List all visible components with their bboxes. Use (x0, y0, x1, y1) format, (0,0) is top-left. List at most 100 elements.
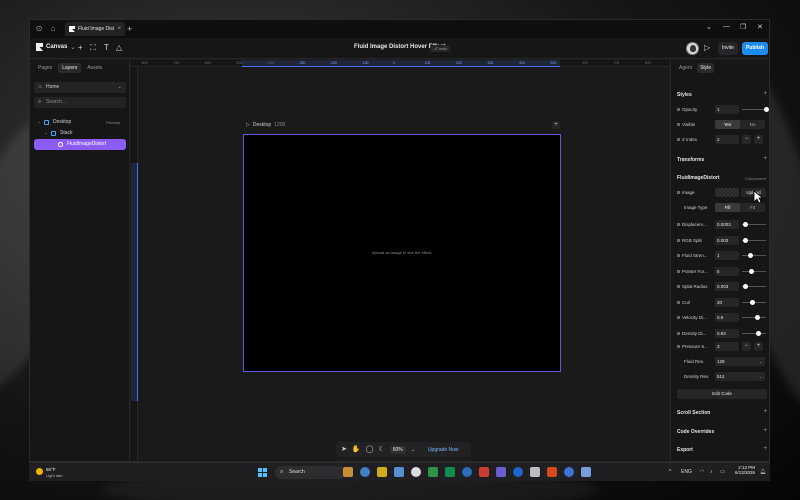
zindex-increment[interactable]: + (754, 135, 763, 144)
taskbar-app-icon[interactable] (428, 467, 438, 477)
text-tool-icon[interactable]: T (104, 43, 109, 53)
prop-value-input[interactable]: 0.003 (715, 235, 739, 245)
page-select[interactable]: ⌂ Home ⌄ (34, 82, 126, 93)
slider-knob[interactable] (743, 237, 749, 243)
visible-no-option[interactable]: No (740, 120, 765, 129)
desktop-frame[interactable]: Upload an image to see the effect. (243, 134, 561, 372)
wifi-icon[interactable]: ◠ (700, 469, 704, 475)
prop-value-input[interactable]: 0.003 (715, 282, 739, 291)
prop-value-input[interactable]: 0.9 (715, 313, 739, 322)
add-code-override-icon[interactable]: + (763, 428, 767, 434)
upgrade-now-link[interactable]: Upgrade Now (428, 447, 459, 453)
prop-slider[interactable] (742, 268, 766, 274)
taskbar-app-icon[interactable] (394, 467, 404, 477)
preview-play-icon[interactable]: ▷ (704, 43, 710, 52)
canvas[interactable]: -800 -700 -600 -500 -400 -300 -200 -100 0 100 200 3… (131, 60, 669, 461)
slider-knob[interactable] (749, 268, 755, 274)
slider-knob[interactable] (743, 222, 749, 227)
taskbar-app-icon[interactable] (496, 467, 506, 477)
slider-knob[interactable] (747, 253, 753, 258)
slider-knob[interactable] (743, 284, 749, 289)
taskbar-app-icon[interactable] (343, 467, 353, 477)
tab-list-chevron-icon[interactable]: ⌄ (706, 23, 712, 31)
add-export-icon[interactable]: + (763, 446, 767, 452)
image-type-toggle[interactable]: Fill Fit (715, 203, 765, 212)
tab-layers[interactable]: Layers (58, 63, 82, 73)
select-tool-icon[interactable]: ➤ (341, 445, 347, 455)
pressure-increment[interactable]: + (754, 342, 763, 351)
invite-button[interactable]: Invite (718, 42, 738, 55)
opacity-slider[interactable] (742, 107, 769, 112)
slider-knob[interactable] (750, 299, 756, 305)
taskbar-app-icon[interactable] (581, 467, 591, 477)
taskbar-app-icon[interactable] (445, 467, 455, 477)
taskbar-clock[interactable]: 2:13 PM 6/13/2026 (735, 465, 755, 475)
zindex-input[interactable]: 2 (715, 135, 739, 144)
tab-pages[interactable]: Pages (34, 63, 56, 73)
taskbar-app-icon[interactable] (513, 467, 523, 477)
taskbar-app-icon[interactable] (479, 467, 489, 477)
layer-item-desktop[interactable]: ⌄ Desktop Primary (34, 117, 126, 128)
avatar[interactable] (686, 42, 699, 55)
pressure-input[interactable]: 3 (715, 342, 739, 351)
prop-value-input[interactable]: 5 (715, 266, 739, 276)
frame-tool-icon[interactable]: ⛶ (90, 43, 96, 53)
visible-toggle[interactable]: Yes No (715, 120, 765, 129)
prop-slider[interactable] (742, 222, 766, 227)
restore-icon[interactable]: ❐ (740, 23, 746, 31)
add-style-icon[interactable]: + (763, 91, 767, 97)
taskbar-app-icon[interactable] (360, 467, 370, 477)
tab-assets[interactable]: Assets (83, 63, 106, 73)
zoom-level[interactable]: 60% (389, 445, 406, 454)
image-preview-thumbnail[interactable] (715, 188, 739, 197)
publish-button[interactable]: Publish (742, 42, 768, 55)
taskbar-app-icon[interactable] (564, 467, 574, 477)
layers-search-input[interactable]: ⌕ Search... (34, 97, 126, 108)
image-type-fit-option[interactable]: Fit (740, 203, 765, 212)
close-window-icon[interactable]: ✕ (757, 23, 763, 31)
add-breakpoint-button[interactable]: + (552, 121, 560, 129)
frame-label[interactable]: ▷ Desktop 1200 (246, 122, 285, 128)
comment-icon[interactable]: ◯ (366, 445, 374, 455)
add-transform-icon[interactable]: + (763, 156, 767, 162)
minimize-icon[interactable]: — (723, 23, 730, 30)
tab-style[interactable]: Style (697, 63, 715, 73)
language-indicator[interactable]: ENG (681, 469, 692, 475)
slider-knob[interactable] (756, 330, 762, 336)
prop-value-input[interactable]: 20 (715, 297, 739, 307)
taskbar-app-icon[interactable] (377, 467, 387, 477)
browser-menu-icon[interactable]: ⊙ (34, 24, 44, 34)
dark-mode-icon[interactable]: ☾ (378, 445, 384, 455)
prop-value-input[interactable]: 0.93 (715, 328, 739, 338)
prop-slider[interactable] (742, 330, 766, 336)
prop-slider[interactable] (742, 253, 766, 258)
notification-bell-icon[interactable]: 🔔︎ (760, 469, 766, 475)
taskbar-app-icon[interactable] (411, 467, 421, 477)
canvas-menu-button[interactable]: Canvas ⌄ (36, 43, 75, 51)
taskbar-app-icon[interactable] (530, 467, 540, 477)
zindex-decrement[interactable]: − (742, 135, 751, 144)
shape-tool-icon[interactable]: △ (116, 43, 122, 53)
prop-slider[interactable] (742, 315, 766, 320)
slider-knob[interactable] (763, 107, 769, 112)
new-tab-icon[interactable]: + (127, 24, 132, 34)
prop-slider[interactable] (742, 237, 766, 243)
tab-agent[interactable]: Agent (676, 63, 695, 73)
taskbar-app-icon[interactable] (462, 467, 472, 477)
start-button[interactable] (258, 468, 267, 477)
hand-tool-icon[interactable]: ✋ (352, 445, 361, 455)
prop-value-input[interactable]: 0.0003 (715, 220, 739, 229)
add-scroll-section-icon[interactable]: + (763, 409, 767, 415)
home-icon[interactable]: ⌂ (48, 24, 58, 34)
tray-overflow-icon[interactable]: ^ (669, 469, 671, 475)
volume-icon[interactable]: ♪ (710, 469, 713, 475)
chevron-down-icon[interactable]: ⌄ (411, 445, 415, 455)
edit-code-button[interactable]: Edit Code (677, 389, 767, 399)
battery-icon[interactable]: ▭ (720, 469, 725, 475)
browser-tab[interactable]: Fluid Image Distor... × (65, 22, 125, 36)
slider-knob[interactable] (755, 315, 761, 320)
insert-icon[interactable]: + (78, 43, 83, 53)
prop-value-input[interactable]: 1 (715, 251, 739, 260)
fluid-res-select[interactable]: 128 (715, 357, 765, 366)
tab-close-icon[interactable]: × (117, 26, 121, 32)
